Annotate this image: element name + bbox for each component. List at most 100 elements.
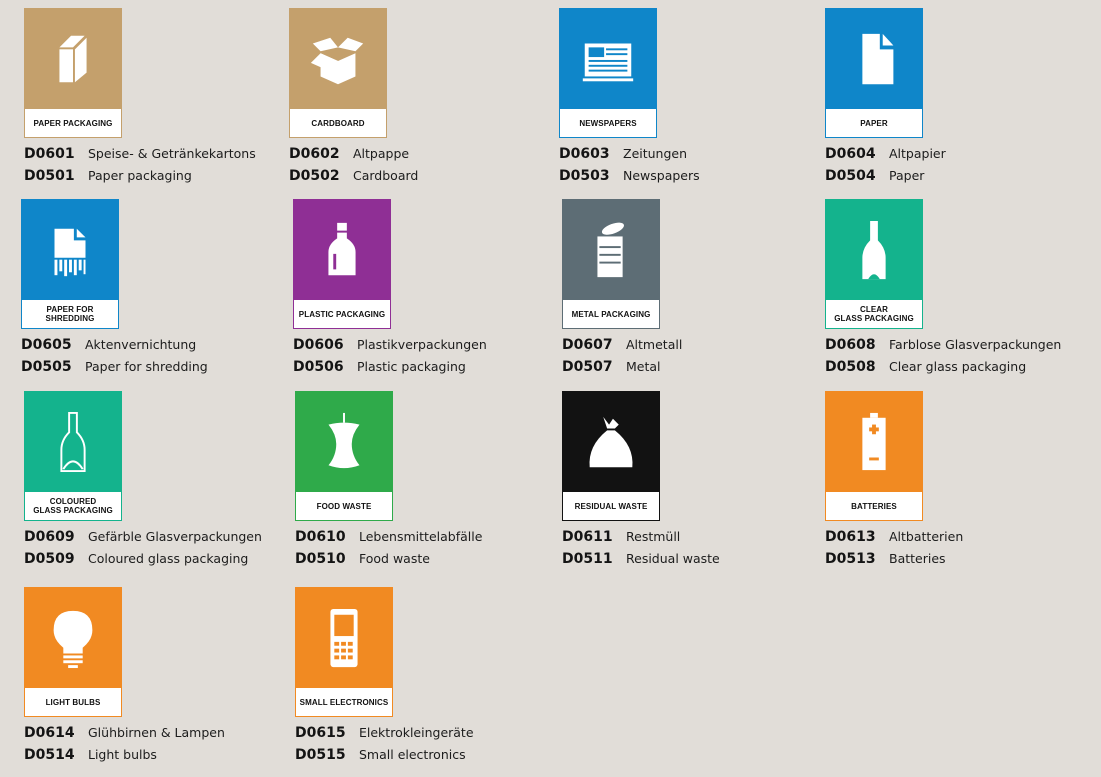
battery-icon — [826, 392, 922, 492]
sign-label: NEWSPAPERS — [579, 118, 637, 128]
code-row: D0613 Altbatterien — [825, 529, 963, 551]
waste-card-plastic-packaging: PLASTIC PACKAGING D0606 Plastikverpackunge… — [293, 199, 583, 389]
sign-label: PAPER — [860, 118, 888, 128]
item-code: D0604 — [825, 146, 876, 162]
item-description: Paper — [889, 168, 925, 183]
item-code: D0609 — [24, 529, 75, 545]
code-list: D0615 Elektrokleingeräte D0515 Small electr… — [295, 725, 474, 769]
item-code: D0611 — [562, 529, 613, 545]
item-description: Lebensmittelabfälle — [359, 529, 483, 544]
item-code: D0515 — [295, 747, 346, 763]
item-code: D0505 — [21, 359, 72, 375]
waste-card-light-bulbs: LIGHT BULBS D0614 Glühbirnen & Lampen D0514… — [24, 587, 314, 777]
glass-bottle-icon — [826, 200, 922, 300]
code-list: D0606 Plastikverpackungen D0506 Plastic pac… — [293, 337, 487, 381]
paper-sheet-icon — [826, 9, 922, 109]
item-description: Zeitungen — [623, 146, 688, 161]
code-row: D0605 Aktenvernichtung — [21, 337, 208, 359]
code-list: D0609 Gefärble Glasverpackungen D0509 Colou… — [24, 529, 262, 573]
item-code: D0508 — [825, 359, 876, 375]
waste-sign: BATTERIES — [825, 391, 923, 521]
code-row: D0601 Speise- & Getränkekartons — [24, 146, 256, 168]
waste-card-batteries: BATTERIES D0613 Altbatterien D0513 Batteries — [825, 391, 1101, 581]
item-code: D0507 — [562, 359, 613, 375]
code-row: D0504 Paper — [825, 168, 946, 190]
waste-card-metal-packaging: METAL PACKAGING D0607 Altmetall D0507 Metal — [562, 199, 852, 389]
sign-label: METAL PACKAGING — [571, 309, 651, 319]
waste-card-small-electronics: SMALL ELECTRONICS D0615 Elektrokleingeräte… — [295, 587, 585, 777]
code-row: D0507 Metal — [562, 359, 682, 381]
code-row: D0514 Light bulbs — [24, 747, 225, 769]
code-row: D0609 Gefärble Glasverpackungen — [24, 529, 262, 551]
waste-card-cardboard: CARDBOARD D0602 Altpappe D0502 Cardboard — [289, 8, 579, 198]
item-description: Altpappe — [353, 146, 410, 161]
item-description: Altpapier — [889, 146, 946, 161]
waste-card-coloured-glass-packaging: COLOURED GLASS PACKAGING D0609 Gefärble Gl… — [24, 391, 314, 581]
waste-card-newspapers: NEWSPAPERS D0603 Zeitungen D0503 Newspapers — [559, 8, 849, 198]
waste-sign: COLOURED GLASS PACKAGING — [24, 391, 122, 521]
code-list: D0611 Restmüll D0511 Residual waste — [562, 529, 720, 573]
item-code: D0610 — [295, 529, 346, 545]
item-code: D0603 — [559, 146, 610, 162]
item-description: Glühbirnen & Lampen — [88, 725, 225, 740]
item-code: D0608 — [825, 337, 876, 353]
item-code: D0503 — [559, 168, 610, 184]
waste-card-residual-waste: RESIDUAL WASTE D0611 Restmüll D0511 Residual… — [562, 391, 852, 581]
item-code: D0502 — [289, 168, 340, 184]
code-row: D0501 Paper packaging — [24, 168, 256, 190]
sign-label: CLEAR GLASS PACKAGING — [834, 305, 914, 323]
code-row: D0607 Altmetall — [562, 337, 682, 359]
waste-sign: PAPER PACKAGING — [24, 8, 122, 138]
code-list: D0604 Altpapier D0504 Paper — [825, 146, 946, 190]
code-list: D0610 Lebensmittelabfälle D0510 Food waste — [295, 529, 482, 573]
code-row: D0608 Farblose Glasverpackungen — [825, 337, 1061, 359]
code-list: D0603 Zeitungen D0503 Newspapers — [559, 146, 700, 190]
sign-label: BATTERIES — [851, 501, 897, 511]
code-row: D0510 Food waste — [295, 551, 482, 573]
sign-label: PAPER PACKAGING — [33, 118, 113, 128]
sign-label: LIGHT BULBS — [45, 697, 101, 707]
item-description: Cardboard — [353, 168, 419, 183]
sign-label: SMALL ELECTRONICS — [299, 697, 389, 707]
waste-sign: SMALL ELECTRONICS — [295, 587, 393, 717]
sign-label: FOOD WASTE — [316, 501, 372, 511]
waste-sign: PAPER — [825, 8, 923, 138]
code-list: D0608 Farblose Glasverpackungen D0508 Clear… — [825, 337, 1061, 381]
code-list: D0601 Speise- & Getränkekartons D0501 Paper… — [24, 146, 256, 190]
item-code: D0602 — [289, 146, 340, 162]
code-row: D0503 Newspapers — [559, 168, 700, 190]
code-row: D0511 Residual waste — [562, 551, 720, 573]
code-row: D0606 Plastikverpackungen — [293, 337, 487, 359]
item-code: D0606 — [293, 337, 344, 353]
sign-label: PLASTIC PACKAGING — [298, 309, 386, 319]
item-description: Batteries — [889, 551, 946, 566]
item-code: D0615 — [295, 725, 346, 741]
code-list: D0614 Glühbirnen & Lampen D0514 Light bulbs — [24, 725, 225, 769]
code-row: D0513 Batteries — [825, 551, 963, 573]
waste-card-clear-glass-packaging: CLEAR GLASS PACKAGING D0608 Farblose Glasv… — [825, 199, 1101, 389]
item-code: D0613 — [825, 529, 876, 545]
item-description: Clear glass packaging — [889, 359, 1027, 374]
item-description: Plastikverpackungen — [357, 337, 487, 352]
sign-label: RESIDUAL WASTE — [574, 501, 648, 511]
item-code: D0509 — [24, 551, 75, 567]
code-row: D0604 Altpapier — [825, 146, 946, 168]
waste-card-paper-packaging: PAPER PACKAGING D0601 Speise- & Getränkeka… — [24, 8, 314, 198]
waste-sign: RESIDUAL WASTE — [562, 391, 660, 521]
waste-sign: NEWSPAPERS — [559, 8, 657, 138]
item-description: Light bulbs — [88, 747, 157, 762]
code-list: D0605 Aktenvernichtung D0505 Paper for shre… — [21, 337, 208, 381]
sign-label: COLOURED GLASS PACKAGING — [33, 497, 113, 515]
item-description: Newspapers — [623, 168, 700, 183]
item-code: D0511 — [562, 551, 613, 567]
item-code: D0501 — [24, 168, 75, 184]
code-row: D0515 Small electronics — [295, 747, 474, 769]
shredded-paper-icon — [22, 200, 118, 300]
glass-bottle-outline-icon — [25, 392, 121, 492]
item-description: Aktenvernichtung — [85, 337, 197, 352]
waste-sign: PLASTIC PACKAGING — [293, 199, 391, 329]
item-code: D0614 — [24, 725, 75, 741]
code-list: D0613 Altbatterien D0513 Batteries — [825, 529, 963, 573]
item-code: D0506 — [293, 359, 344, 375]
waste-sign: CARDBOARD — [289, 8, 387, 138]
